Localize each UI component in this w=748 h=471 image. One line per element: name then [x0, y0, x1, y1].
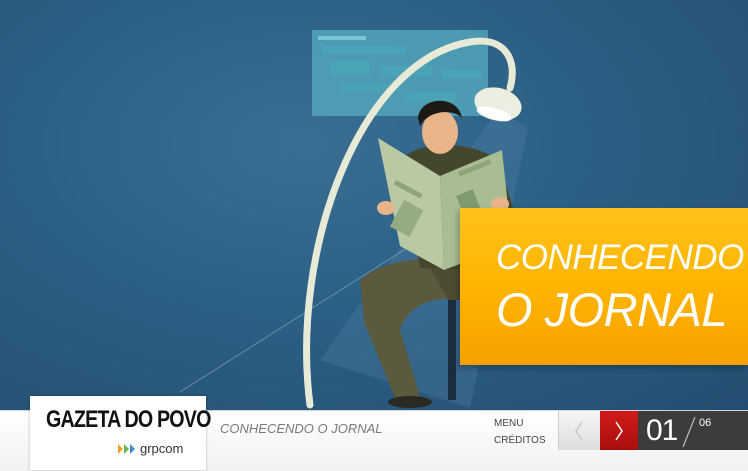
logo-title: GAZETA DO POVO: [46, 406, 211, 433]
page-indicator: 01 06: [638, 411, 748, 450]
total-pages-number: 06: [699, 417, 712, 429]
current-page-number: 01: [646, 414, 678, 447]
menu-link[interactable]: MENU: [494, 418, 523, 429]
next-page-button[interactable]: [600, 411, 638, 450]
current-section-title: CONHECENDO O JORNAL: [220, 421, 383, 436]
brand-logo[interactable]: GAZETA DO POVO grpcom: [30, 396, 211, 470]
logo-subtitle: grpcom: [140, 441, 184, 456]
hero-title-line2: O JORNAL: [496, 283, 728, 336]
page-separator-icon: [682, 416, 696, 448]
grpcom-logo-icon: [118, 444, 135, 454]
chevron-left-icon: [575, 421, 583, 441]
previous-page-button[interactable]: [558, 411, 601, 450]
logo-subtitle-row: grpcom: [118, 441, 183, 456]
hero-title-line1: CONHECENDO: [496, 238, 744, 277]
hero-stage: CONHECENDO O JORNAL: [0, 0, 748, 410]
hero-title-panel: CONHECENDO O JORNAL: [460, 208, 748, 365]
chevron-right-icon: [615, 421, 623, 441]
credits-link[interactable]: CRÉDITOS: [494, 435, 546, 446]
